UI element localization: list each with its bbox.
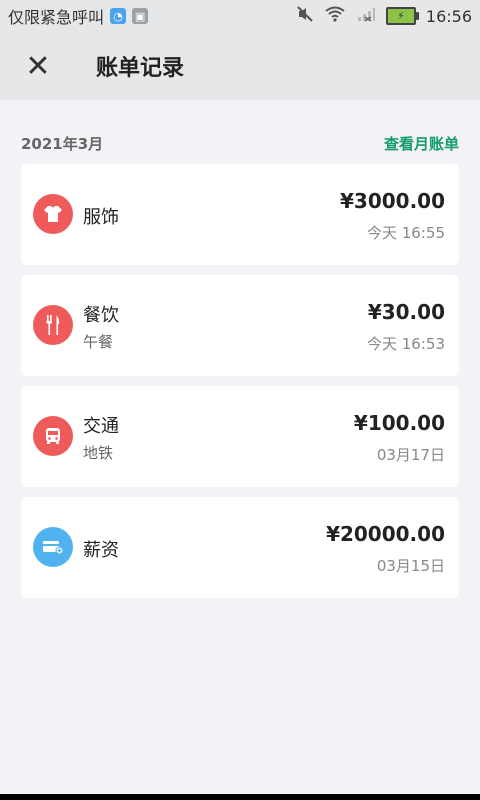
bill-time: 03月15日 xyxy=(376,557,445,575)
bill-category: 薪资 xyxy=(83,540,119,561)
navigation-bar-edge xyxy=(0,794,480,800)
close-icon: ✕ xyxy=(25,48,51,84)
bill-amount: ¥30.00 xyxy=(367,300,445,324)
bill-category: 服饰 xyxy=(83,207,119,228)
bill-category: 交通 xyxy=(83,416,119,437)
bill-card[interactable]: 服饰 ¥3000.00 今天 16:55 xyxy=(21,164,459,265)
bill-time: 今天 16:55 xyxy=(367,224,445,242)
status-left: 仅限紧急呼叫 ◔ ▣ xyxy=(8,4,149,28)
bill-time: 今天 16:53 xyxy=(367,335,445,353)
app-bar: ✕ 账单记录 xyxy=(0,32,480,100)
bluetooth-app-icon: ◔ xyxy=(110,8,127,24)
gallery-app-icon: ▣ xyxy=(132,8,149,24)
month-label: 2021年3月 xyxy=(21,134,104,153)
fork-knife-icon xyxy=(33,305,73,345)
status-bar: 仅限紧急呼叫 ◔ ▣ ⚡ 16:56 xyxy=(0,0,480,32)
bill-amount: ¥20000.00 xyxy=(326,522,445,546)
page-title: 账单记录 xyxy=(96,56,185,81)
bill-time: 03月17日 xyxy=(376,446,445,464)
month-header: 2021年3月 查看月账单 xyxy=(21,130,459,156)
bill-card[interactable]: 交通 地铁 ¥100.00 03月17日 xyxy=(21,386,459,487)
bill-amount: ¥100.00 xyxy=(353,411,445,435)
battery-icon: ⚡ xyxy=(385,7,419,25)
clock: 16:56 xyxy=(425,6,472,26)
bill-category: 餐饮 xyxy=(83,305,119,326)
carrier-text: 仅限紧急呼叫 xyxy=(8,8,105,27)
bill-amount: ¥3000.00 xyxy=(339,189,445,213)
wifi-icon xyxy=(324,5,346,27)
salary-card-icon xyxy=(33,527,73,567)
bill-card[interactable]: 餐饮 午餐 ¥30.00 今天 16:53 xyxy=(21,275,459,376)
status-right: ⚡ 16:56 xyxy=(296,5,472,27)
shirt-icon xyxy=(33,194,73,234)
signal-icon xyxy=(356,5,376,27)
bill-note: 地铁 xyxy=(83,444,114,462)
close-button[interactable]: ✕ xyxy=(14,42,62,90)
bus-icon xyxy=(33,416,73,456)
bill-card[interactable]: 薪资 ¥20000.00 03月15日 xyxy=(21,497,459,598)
mute-icon xyxy=(296,5,314,27)
view-monthly-bill-link[interactable]: 查看月账单 xyxy=(384,133,459,154)
bill-note: 午餐 xyxy=(83,333,114,351)
